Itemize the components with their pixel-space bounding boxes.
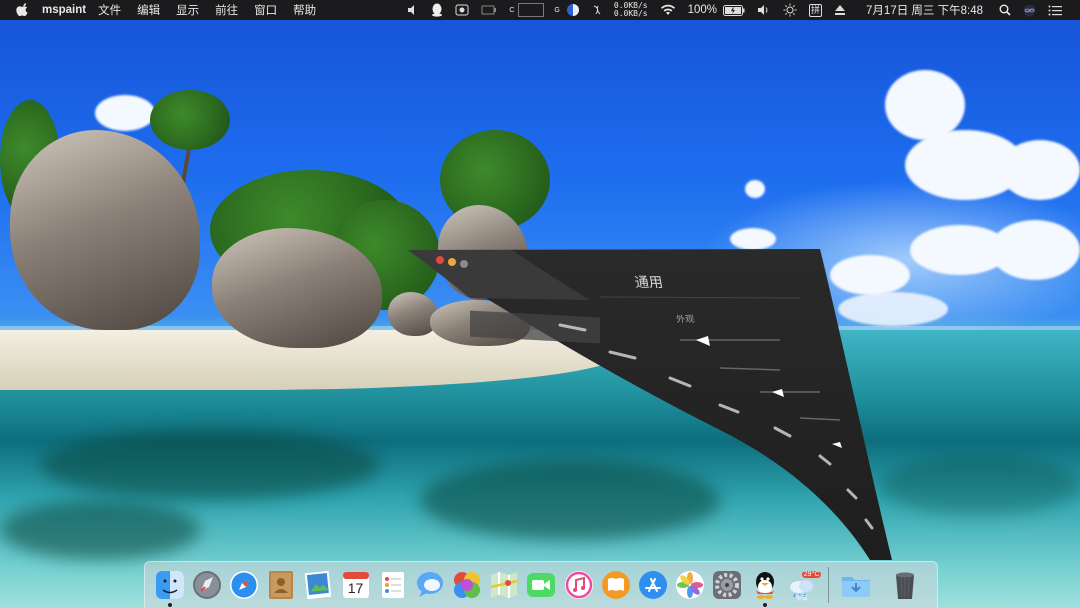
system-preferences-icon xyxy=(713,571,742,599)
dock-safari[interactable] xyxy=(228,569,260,601)
cloud xyxy=(830,255,910,295)
app-name-menu[interactable]: mspaint xyxy=(42,4,86,16)
status-area: C G 0.0KB/s 0.0KB/s 100% 拼 7月17日 周三 下午8:… xyxy=(401,0,1080,20)
app-store-icon xyxy=(639,571,668,599)
qq-icon xyxy=(755,572,774,599)
dock-app-store[interactable] xyxy=(637,569,669,601)
boulder xyxy=(430,300,530,346)
photos-icon xyxy=(676,571,705,599)
menubar-clock[interactable]: 7月17日 周三 下午8:48 xyxy=(866,2,983,18)
dock-finder[interactable] xyxy=(154,569,186,607)
cloud xyxy=(1000,140,1080,200)
facetime-icon xyxy=(527,573,556,597)
volume-mute-icon[interactable] xyxy=(407,0,419,20)
brightness-icon[interactable] xyxy=(783,0,797,20)
reef xyxy=(40,430,380,500)
maps-icon xyxy=(491,572,518,598)
trash-icon xyxy=(895,572,914,599)
dock-trash[interactable] xyxy=(889,569,921,601)
dock-facetime[interactable] xyxy=(525,569,557,601)
eject-icon[interactable] xyxy=(834,0,846,20)
battery-icon[interactable] xyxy=(723,0,745,20)
desktop-wallpaper xyxy=(0,0,1080,608)
cloud xyxy=(990,220,1080,280)
reef xyxy=(880,455,1080,515)
dock-preview[interactable] xyxy=(302,569,334,601)
moon-icon[interactable] xyxy=(566,0,580,20)
dock-maps[interactable] xyxy=(488,569,520,601)
dock-downloads[interactable] xyxy=(840,569,872,601)
menu-go[interactable]: 前往 xyxy=(215,2,238,18)
cloud xyxy=(745,180,765,198)
menu-view[interactable]: 显示 xyxy=(176,2,199,18)
dock-launchpad[interactable] xyxy=(191,569,223,601)
menu-bar: mspaint 文件 编辑 显示 前往 窗口 帮助 C G 0.0KB/s 0.… xyxy=(0,0,1080,20)
volume-icon[interactable] xyxy=(757,0,771,20)
menu-window[interactable]: 窗口 xyxy=(254,2,277,18)
dock-calendar[interactable]: 17 xyxy=(340,569,372,601)
input-method-label: 拼 xyxy=(809,3,823,17)
itunes-icon xyxy=(564,571,593,599)
network-down: 0.0KB/s xyxy=(613,9,648,18)
dock-qq[interactable] xyxy=(749,569,781,607)
menu-file[interactable]: 文件 xyxy=(98,2,121,18)
reef xyxy=(420,460,720,540)
dock-books[interactable] xyxy=(600,569,632,601)
cpu-graph[interactable] xyxy=(518,3,545,17)
weather-temp: 29°C xyxy=(801,571,822,578)
siri-icon[interactable] xyxy=(1023,0,1036,20)
weather-condition: 多云 xyxy=(795,596,808,602)
dock-photo-booth[interactable] xyxy=(451,569,483,601)
fan-icon[interactable] xyxy=(592,0,602,20)
photo-booth-icon xyxy=(454,572,481,598)
screenshot-icon[interactable] xyxy=(455,0,469,20)
search-icon[interactable] xyxy=(999,0,1011,20)
dock-reminders[interactable] xyxy=(377,569,409,601)
dock-weather[interactable]: 29°C 多云 xyxy=(786,569,822,602)
boulder xyxy=(388,292,438,336)
notification-icon[interactable] xyxy=(1048,0,1062,20)
safari-icon xyxy=(229,571,258,599)
dock: 17 29°C 多云 xyxy=(144,561,938,608)
dock-messages[interactable] xyxy=(414,569,446,601)
reef xyxy=(0,500,200,560)
gpu-label: G xyxy=(554,6,560,14)
input-method-icon[interactable]: 拼 xyxy=(809,0,823,20)
cloud xyxy=(95,95,155,131)
network-speed[interactable]: 0.0KB/s 0.0KB/s xyxy=(614,2,648,18)
dock-contacts[interactable] xyxy=(265,569,297,601)
cpu-label: C xyxy=(509,6,515,14)
dock-photos[interactable] xyxy=(674,569,706,601)
reminders-icon xyxy=(381,572,404,598)
menu-help[interactable]: 帮助 xyxy=(293,2,316,18)
dock-separator xyxy=(828,567,830,603)
cloud xyxy=(885,70,965,140)
battery-percent[interactable]: 100% xyxy=(688,4,717,16)
launchpad-icon xyxy=(192,571,221,599)
apple-icon[interactable] xyxy=(16,3,30,17)
cloud xyxy=(838,292,948,326)
preview-icon xyxy=(305,570,332,600)
display-icon[interactable] xyxy=(481,0,497,20)
messages-icon xyxy=(416,572,443,597)
dock-itunes[interactable] xyxy=(563,569,595,601)
menu-edit[interactable]: 编辑 xyxy=(137,2,160,18)
boulder xyxy=(10,130,200,330)
wifi-icon[interactable] xyxy=(660,0,676,20)
downloads-folder-icon xyxy=(841,577,870,597)
cloud xyxy=(730,228,776,250)
dock-system-preferences[interactable] xyxy=(711,569,743,601)
books-icon xyxy=(601,571,630,599)
finder-icon xyxy=(155,571,184,599)
contacts-icon xyxy=(269,571,294,599)
palm-tree xyxy=(150,90,230,150)
calendar-day: 17 xyxy=(347,580,364,596)
qq-icon[interactable] xyxy=(431,0,443,20)
